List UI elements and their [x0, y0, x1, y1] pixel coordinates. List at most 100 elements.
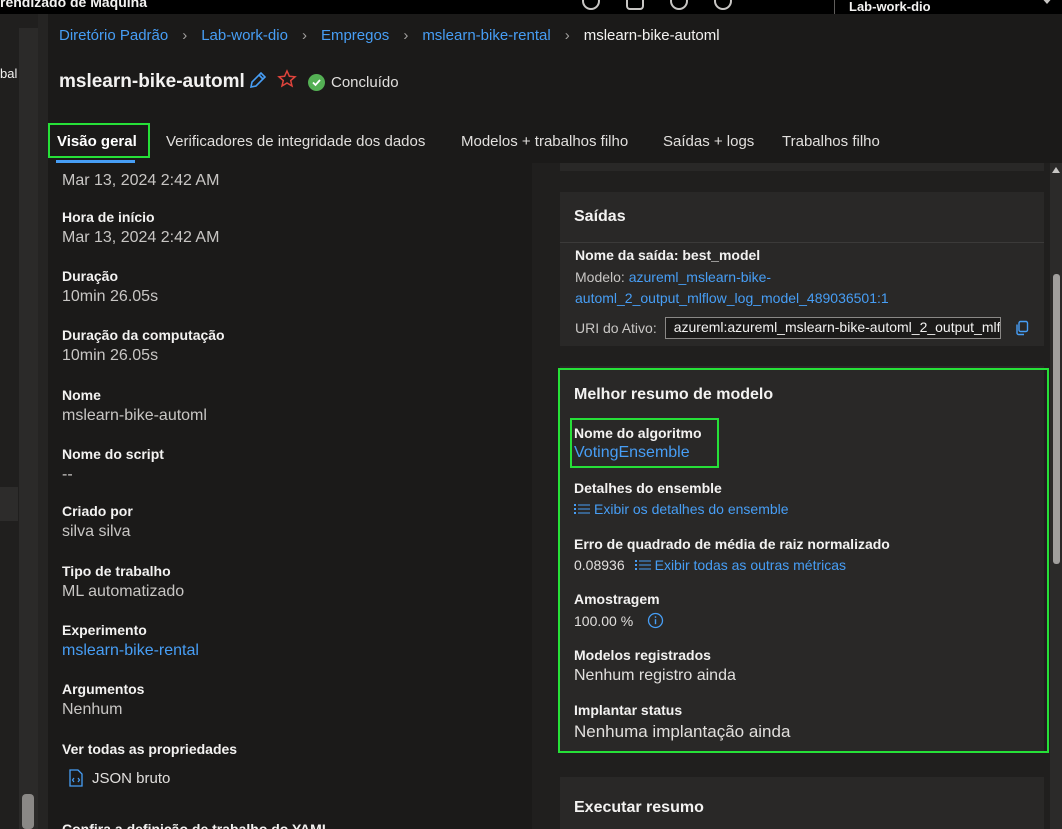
- metric-label: Erro de quadrado de média de raiz normal…: [574, 536, 890, 552]
- property-label: Experimento: [62, 622, 147, 638]
- run-summary-card: Executar resumo: [560, 777, 1044, 829]
- chevron-right-icon: ›: [403, 27, 409, 44]
- view-ensemble-details-link[interactable]: Exibir os detalhes do ensemble: [574, 501, 789, 517]
- edit-pencil-icon[interactable]: [248, 70, 268, 90]
- output-model-label: Modelo:: [575, 269, 625, 285]
- tab-bar: Visão geral Verificadores de integridade…: [48, 123, 1062, 163]
- property-label: Tipo de trabalho: [62, 563, 171, 579]
- sampling-label: Amostragem: [574, 591, 660, 607]
- help-icon[interactable]: [582, 0, 600, 10]
- asset-uri-label: URI do Ativo:: [575, 320, 657, 336]
- ensemble-field: Detalhes do ensemble Exibir os detalhes …: [574, 480, 789, 517]
- experiment-link[interactable]: mslearn-bike-rental: [62, 642, 199, 660]
- favorite-star-icon[interactable]: [277, 69, 297, 89]
- tab-overview[interactable]: Visão geral: [57, 133, 137, 150]
- tab-data-guardrails[interactable]: Verificadores de integridade dos dados: [166, 133, 425, 150]
- breadcrumb-experiment[interactable]: mslearn-bike-rental: [422, 27, 550, 44]
- asset-uri-row: URI do Ativo: azureml:azureml_mslearn-bi…: [575, 317, 1001, 339]
- list-icon: [574, 504, 590, 514]
- property-label: Hora de início: [62, 209, 155, 225]
- nav-gutter: [38, 14, 48, 829]
- property-label: Nome: [62, 387, 101, 403]
- property-created-by: Criado por silva silva: [62, 503, 133, 541]
- check-circle-icon: [308, 74, 325, 91]
- deploy-status-field: Implantar status Nenhuma implantação ain…: [574, 702, 790, 742]
- chevron-right-icon: ›: [182, 27, 188, 44]
- property-value: --: [62, 466, 73, 483]
- outputs-title: Saídas: [574, 208, 626, 225]
- app-title: rendizado de Máquina: [0, 0, 148, 10]
- nav-item-truncated[interactable]: bal: [0, 66, 17, 81]
- property-label: Criado por: [62, 503, 133, 519]
- nav-selected-item[interactable]: [0, 487, 18, 521]
- registered-models-value: Nenhum registro ainda: [574, 667, 736, 684]
- property-label: Ver todas as propriedades: [62, 741, 238, 757]
- status-badge: Concluído: [308, 74, 399, 91]
- property-all-properties: Ver todas as propriedades: [62, 741, 237, 757]
- view-all-metrics-label: Exibir todas as outras métricas: [654, 557, 847, 573]
- yaml-definition-label: Confira a definição de trabalho do YAML: [62, 821, 331, 829]
- chevron-down-icon[interactable]: [1040, 0, 1054, 4]
- page-scrollbar-thumb[interactable]: [1053, 274, 1060, 564]
- property-value: ML automatizado: [62, 583, 185, 600]
- property-value-created-on: Mar 13, 2024 2:42 AM: [62, 172, 220, 189]
- property-label: Duração: [62, 268, 119, 284]
- property-label: Argumentos: [62, 681, 145, 697]
- raw-json-button[interactable]: JSON bruto: [68, 769, 170, 787]
- algorithm-field: Nome do algoritmo VotingEnsemble: [574, 425, 702, 462]
- card-divider: [560, 242, 1044, 243]
- deploy-status-label: Implantar status: [574, 702, 683, 718]
- breadcrumb: Diretório Padrão › Lab-work-dio › Empreg…: [59, 27, 720, 44]
- metric-value: 0.08936: [574, 557, 625, 573]
- sampling-field: Amostragem 100.00 %: [574, 591, 664, 629]
- registered-models-label: Modelos registrados: [574, 647, 711, 663]
- json-file-icon: [69, 769, 83, 787]
- breadcrumb-directory[interactable]: Diretório Padrão: [59, 27, 168, 44]
- tab-outputs-logs[interactable]: Saídas + logs: [663, 133, 754, 150]
- property-duration: Duração 10min 26.05s: [62, 268, 158, 306]
- info-icon[interactable]: [647, 612, 664, 629]
- ensemble-label: Detalhes do ensemble: [574, 480, 722, 496]
- property-value: silva silva: [62, 523, 131, 540]
- chevron-right-icon: ›: [564, 27, 570, 44]
- copy-icon[interactable]: [1014, 320, 1030, 336]
- scroll-up-arrow-icon[interactable]: [1052, 167, 1060, 173]
- algorithm-link[interactable]: VotingEnsemble: [574, 444, 702, 462]
- tab-child-jobs[interactable]: Trabalhos filho: [782, 133, 880, 150]
- property-value: 10min 26.05s: [62, 347, 159, 364]
- settings-gear-icon[interactable]: [670, 0, 688, 10]
- breadcrumb-workspace[interactable]: Lab-work-dio: [201, 27, 288, 44]
- left-navigation: bal: [0, 14, 38, 829]
- raw-json-label: JSON bruto: [92, 769, 171, 787]
- deploy-status-value: Nenhuma implantação ainda: [574, 722, 791, 741]
- nav-scrollbar-thumb[interactable]: [22, 794, 34, 829]
- breadcrumb-current: mslearn-bike-automl: [583, 27, 720, 44]
- metric-field: Erro de quadrado de média de raiz normal…: [574, 536, 890, 573]
- breadcrumb-jobs[interactable]: Empregos: [321, 27, 389, 44]
- view-all-metrics-link[interactable]: Exibir todas as outras métricas: [634, 557, 847, 573]
- sampling-value: 100.00 %: [574, 612, 634, 629]
- output-name-label: Nome da saída: best_model: [575, 247, 761, 263]
- property-label: Duração da computação: [62, 327, 225, 343]
- asset-uri-field[interactable]: azureml:azureml_mslearn-bike-automl_2_ou…: [664, 317, 1001, 339]
- properties-panel: Mar 13, 2024 2:42 AM Hora de início Mar …: [48, 163, 532, 829]
- property-arguments: Argumentos Nenhum: [62, 681, 144, 719]
- top-bar-divider: [834, 0, 835, 14]
- page-title: mslearn-bike-automl: [59, 71, 245, 92]
- status-text: Concluído: [331, 74, 399, 91]
- feedback-icon[interactable]: [714, 0, 732, 10]
- top-bar-icons: [582, 0, 732, 10]
- property-value: mslearn-bike-automl: [62, 407, 207, 424]
- property-value: Mar 13, 2024 2:42 AM: [62, 229, 220, 246]
- property-script-name: Nome do script --: [62, 446, 164, 484]
- workspace-name[interactable]: Lab-work-dio: [849, 0, 931, 14]
- property-name: Nome mslearn-bike-automl: [62, 387, 207, 425]
- notification-bell-icon[interactable]: [626, 0, 644, 10]
- top-app-bar: rendizado de Máquina Lab-work-dio: [0, 0, 1062, 14]
- property-value: Nenhum: [62, 701, 123, 718]
- tab-models-child-jobs[interactable]: Modelos + trabalhos filho: [461, 133, 628, 150]
- property-job-type: Tipo de trabalho ML automatizado: [62, 563, 184, 601]
- nav-scrollbar[interactable]: [19, 28, 38, 829]
- output-name: Nome da saída: best_model: [575, 247, 760, 265]
- list-icon: [634, 560, 651, 570]
